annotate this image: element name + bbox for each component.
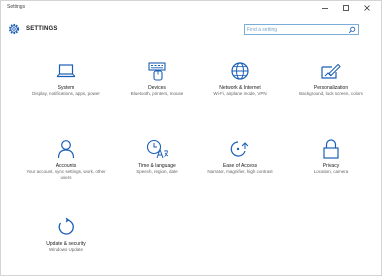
maximize-button[interactable] — [338, 2, 354, 14]
keyboard-icon — [148, 62, 166, 81]
accessibility-icon — [230, 141, 249, 157]
category-ease-of-access[interactable]: Ease of Access Narrator, magnifier, high… — [198, 137, 282, 195]
search-icon[interactable] — [348, 26, 356, 34]
person-icon — [57, 140, 75, 159]
category-description: Narrator, magnifier, high contrast — [207, 169, 273, 174]
category-description: Location, camera — [313, 169, 349, 174]
category-description: Display, notifications, apps, power — [32, 91, 100, 96]
category-accounts[interactable]: Accounts Your account, sync settings, wo… — [24, 137, 108, 195]
category-privacy[interactable]: Privacy Location, camera — [289, 137, 373, 195]
clock-language-icon — [146, 139, 169, 159]
category-time-language[interactable]: Time & language Speech, region, date — [115, 137, 199, 195]
page-title: SETTINGS — [26, 26, 58, 32]
minimize-button[interactable] — [317, 2, 333, 14]
category-description: Speech, region, date — [136, 169, 178, 174]
lock-icon — [323, 139, 339, 159]
window-title: Settings — [7, 4, 26, 10]
settings-window: Settings SETTINGS Find a setting System … — [0, 0, 382, 276]
title-bar: Settings — [1, 1, 381, 15]
category-network[interactable]: Network & Internet Wi-Fi, airplane mode,… — [198, 59, 282, 117]
category-description: Windows Update — [48, 247, 84, 252]
close-icon — [364, 5, 370, 11]
category-description: Bluetooth, printers, mouse — [130, 91, 184, 96]
category-update-security[interactable]: Update & security Windows Update — [24, 215, 108, 273]
globe-icon — [231, 62, 249, 80]
refresh-icon — [58, 217, 74, 235]
search-input[interactable] — [247, 26, 343, 34]
gear-icon — [8, 23, 20, 35]
close-button[interactable] — [359, 2, 375, 14]
category-system[interactable]: System Display, notifications, apps, pow… — [24, 59, 108, 117]
paintbrush-icon — [321, 63, 341, 79]
category-devices[interactable]: Devices Bluetooth, printers, mouse — [115, 59, 199, 117]
minimize-icon — [322, 8, 328, 9]
category-personalization[interactable]: Personalization Background, lock screen,… — [289, 59, 373, 117]
search-box[interactable] — [244, 24, 359, 35]
category-description: Wi-Fi, airplane mode, VPN — [213, 91, 267, 96]
settings-header: SETTINGS — [1, 17, 381, 41]
maximize-icon — [343, 5, 349, 11]
laptop-icon — [56, 64, 76, 78]
category-description: Background, lock screen, colors — [299, 91, 363, 96]
category-description: Your account, sync settings, work, other… — [26, 169, 106, 180]
